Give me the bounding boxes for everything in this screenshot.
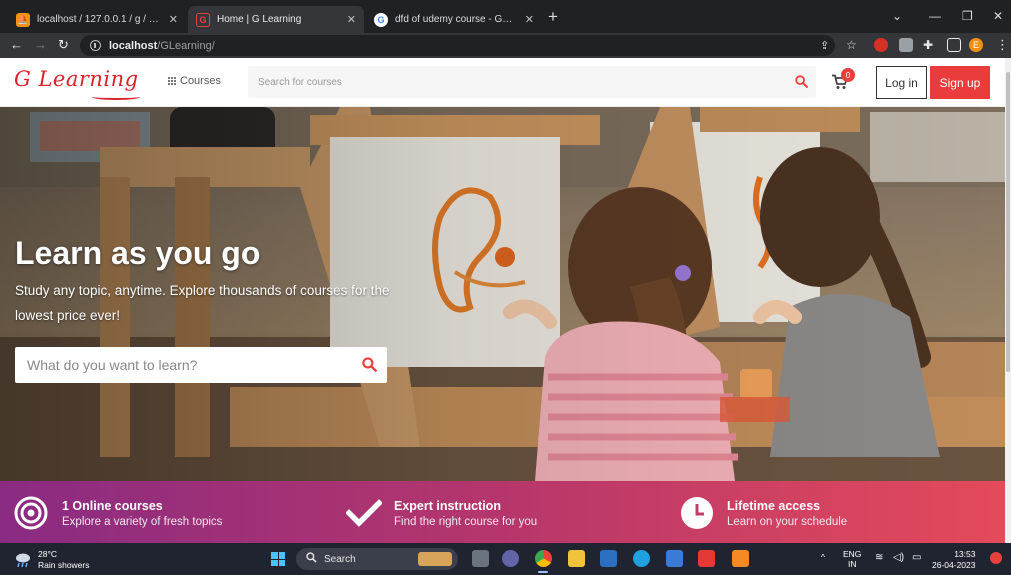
courses-label: Courses xyxy=(180,75,221,87)
search-highlight-icon xyxy=(418,552,452,566)
url-path: /GLearning/ xyxy=(157,39,215,52)
language-indicator[interactable]: ENG IN xyxy=(843,549,861,569)
tab-title: dfd of udemy course - Google S xyxy=(395,14,517,25)
signup-button[interactable]: Sign up xyxy=(930,66,990,99)
close-tab-icon[interactable]: ✕ xyxy=(525,13,534,26)
new-tab-button[interactable]: + xyxy=(548,8,558,25)
task-view-icon[interactable] xyxy=(472,550,489,567)
back-icon[interactable]: ← xyxy=(10,37,23,53)
tray-overflow-chevron-icon[interactable]: ^ xyxy=(821,552,825,562)
search-icon[interactable] xyxy=(362,357,377,375)
phpmyadmin-icon: ⛵ xyxy=(16,12,30,27)
volume-icon[interactable]: ◁) xyxy=(893,553,904,563)
hero-search-placeholder: What do you want to learn? xyxy=(27,357,198,373)
system-clock[interactable]: 13:53 26-04-2023 xyxy=(932,549,975,571)
file-explorer-icon[interactable] xyxy=(568,550,585,567)
store-icon[interactable] xyxy=(666,550,683,567)
weather-description: Rain showers xyxy=(38,560,90,570)
taskbar-search[interactable]: Search xyxy=(296,548,458,570)
site-header: G Learning Courses Search for courses 0 … xyxy=(0,58,1011,107)
courses-menu[interactable]: Courses xyxy=(168,75,221,87)
feature-title: Lifetime access xyxy=(727,499,821,513)
wifi-icon[interactable]: ≋ xyxy=(875,553,883,563)
extensions-puzzle-icon[interactable]: ✚ xyxy=(923,37,933,53)
hero-search-input[interactable]: What do you want to learn? xyxy=(15,347,387,383)
side-panel-icon[interactable] xyxy=(947,38,961,52)
feature-subtitle: Explore a variety of fresh topics xyxy=(62,516,223,528)
region-code: IN xyxy=(847,559,857,569)
browser-tab-bar: ⛵ localhost / 127.0.0.1 / g / questio ✕ … xyxy=(0,0,1011,33)
features-strip: 1 Online courses Explore a variety of fr… xyxy=(0,481,1005,543)
chrome-active-indicator xyxy=(538,571,548,573)
xampp-icon[interactable] xyxy=(732,550,749,567)
close-window-button[interactable]: ✕ xyxy=(993,9,1003,23)
feature-lifetime-access: Lifetime access Learn on your schedule xyxy=(680,481,980,543)
google-icon: G xyxy=(374,12,388,27)
header-search-input[interactable]: Search for courses xyxy=(248,66,816,98)
header-search-placeholder: Search for courses xyxy=(258,76,342,88)
checkmark-icon xyxy=(345,499,383,532)
windows-start-icon[interactable] xyxy=(271,552,285,566)
url-host: localhost xyxy=(109,39,158,52)
tab-title: Home | G Learning xyxy=(217,14,302,25)
cart-count-badge: 0 xyxy=(841,68,855,82)
vscode-icon[interactable] xyxy=(600,550,617,567)
clock-icon xyxy=(680,496,714,535)
search-icon[interactable] xyxy=(795,75,808,91)
feature-subtitle: Learn on your schedule xyxy=(727,516,848,528)
browser-tab-google[interactable]: G dfd of udemy course - Google S ✕ xyxy=(366,6,542,33)
battery-icon[interactable]: ▭ xyxy=(912,553,921,563)
language-code: ENG xyxy=(843,549,862,559)
reload-icon[interactable]: ↻ xyxy=(58,37,69,53)
clock-date: 26-04-2023 xyxy=(932,560,976,570)
rain-cloud-icon xyxy=(16,553,30,568)
edge-browser-icon[interactable] xyxy=(633,550,650,567)
profile-avatar[interactable]: E xyxy=(969,38,983,52)
close-tab-icon[interactable]: ✕ xyxy=(169,13,178,26)
youtube-icon[interactable] xyxy=(698,550,715,567)
grid-menu-icon xyxy=(168,77,176,85)
hero-title: Learn as you go xyxy=(15,235,261,271)
taskbar-search-label: Search xyxy=(324,553,356,565)
site-logo[interactable]: G Learning xyxy=(14,67,139,91)
logo-swoosh xyxy=(92,94,140,100)
site-info-icon[interactable] xyxy=(90,40,101,51)
forward-icon[interactable]: → xyxy=(34,37,47,53)
tab-title: localhost / 127.0.0.1 / g / questio xyxy=(37,14,161,25)
login-button[interactable]: Log in xyxy=(876,66,927,99)
feature-title: Expert instruction xyxy=(394,499,501,513)
feature-online-courses: 1 Online courses Explore a variety of fr… xyxy=(14,481,314,543)
clock-time: 13:53 xyxy=(954,549,976,559)
browser-tab-phpmyadmin[interactable]: ⛵ localhost / 127.0.0.1 / g / questio ✕ xyxy=(8,6,186,33)
minimize-button[interactable]: — xyxy=(929,9,941,23)
weather-widget[interactable]: 28°C Rain showers xyxy=(14,549,90,571)
feature-title: 1 Online courses xyxy=(62,499,163,513)
g-learning-icon: G xyxy=(196,12,210,27)
browser-tab-g-learning[interactable]: G Home | G Learning ✕ xyxy=(188,6,364,33)
page-scrollbar[interactable] xyxy=(1005,58,1011,543)
browser-toolbar: ← → ↻ localhost/GLearning/ ⇪ ☆ ✚ E ⋮ xyxy=(0,33,1011,58)
bookmark-star-icon[interactable]: ☆ xyxy=(846,37,857,53)
share-icon[interactable]: ⇪ xyxy=(820,38,829,54)
weather-temperature: 28°C xyxy=(38,549,57,559)
extension-icon[interactable] xyxy=(899,38,913,52)
address-bar[interactable]: localhost/GLearning/ xyxy=(80,35,835,56)
browser-menu-icon[interactable]: ⋮ xyxy=(996,37,1009,53)
restore-button[interactable]: ❐ xyxy=(962,9,973,23)
notification-icon[interactable] xyxy=(990,552,1002,564)
extension-shield-icon[interactable] xyxy=(874,38,888,52)
target-icon xyxy=(14,496,48,535)
teams-chat-icon[interactable] xyxy=(502,550,519,567)
tab-search-icon[interactable]: ⌄ xyxy=(892,9,902,23)
search-icon xyxy=(306,552,317,566)
hero-banner: Learn as you go Study any topic, anytime… xyxy=(0,107,1005,481)
close-tab-icon[interactable]: ✕ xyxy=(347,13,356,26)
feature-expert-instruction: Expert instruction Find the right course… xyxy=(345,481,646,543)
windows-taskbar: 28°C Rain showers Search ^ ENG IN ≋ ◁) ▭… xyxy=(0,543,1011,575)
chrome-app-icon[interactable] xyxy=(535,550,552,567)
hero-subtitle: Study any topic, anytime. Explore thousa… xyxy=(15,283,390,323)
feature-subtitle: Find the right course for you xyxy=(394,516,538,528)
